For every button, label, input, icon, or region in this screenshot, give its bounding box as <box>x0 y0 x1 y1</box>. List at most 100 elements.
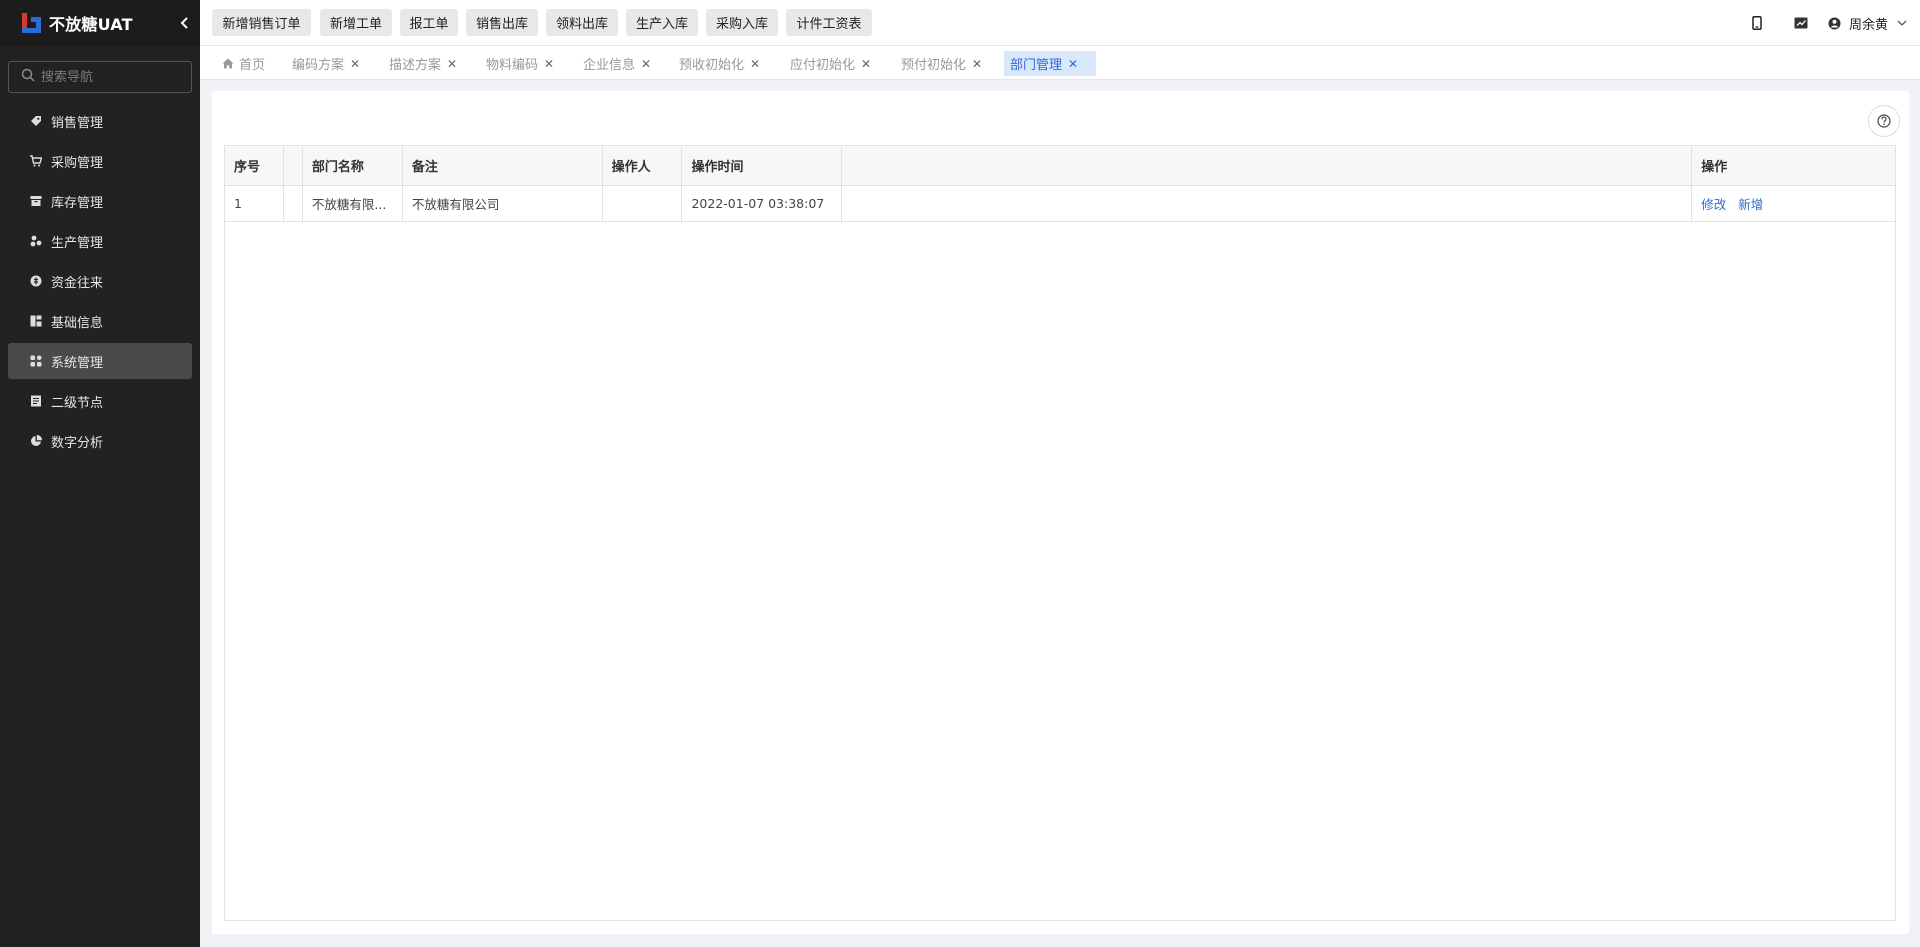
tab-material-code[interactable]: 物料编码 ✕ <box>480 51 560 76</box>
cell-actions: 修改 新增 <box>1692 186 1895 221</box>
tag-icon <box>29 114 43 128</box>
edit-link[interactable]: 修改 <box>1701 194 1726 213</box>
tab-label: 首页 <box>239 58 266 73</box>
page-tabs: 首页 编码方案 ✕ 描述方案 ✕ 物料编码 ✕ 企业信息 ✕ 预收初始化 ✕ 应… <box>200 46 1920 80</box>
add-link[interactable]: 新增 <box>1738 194 1763 213</box>
quick-material-issue-button[interactable]: 领料出库 <box>546 9 618 36</box>
tab-label: 企业信息 <box>583 58 636 73</box>
table-header-row: 序号 部门名称 备注 操作人 操作时间 操作 <box>225 146 1895 186</box>
app-title: 不放糖UAT <box>49 15 133 34</box>
archive-icon <box>29 194 43 208</box>
app-logo <box>19 11 43 35</box>
tab-label: 编码方案 <box>292 58 345 73</box>
quick-production-inbound-button[interactable]: 生产入库 <box>626 9 698 36</box>
sidebar-item-label: 资金往来 <box>51 275 104 291</box>
search-icon <box>21 68 35 86</box>
quick-purchase-inbound-button[interactable]: 采购入库 <box>706 9 778 36</box>
sidebar-item-secondary-node[interactable]: 二级节点 <box>8 383 192 419</box>
sidebar-item-label: 基础信息 <box>51 315 104 331</box>
nav-search-input[interactable] <box>41 69 181 85</box>
tab-department-management[interactable]: 部门管理 ✕ <box>1004 51 1096 76</box>
sidebar-item-sales[interactable]: 销售管理 <box>8 103 192 139</box>
close-icon[interactable]: ✕ <box>750 57 760 71</box>
sidebar-item-label: 数字分析 <box>51 435 104 451</box>
close-icon[interactable]: ✕ <box>544 57 554 71</box>
close-icon[interactable]: ✕ <box>972 57 982 71</box>
cell-dept-name: 不放糖有限... <box>303 186 403 221</box>
column-header-index[interactable]: 序号 <box>225 146 284 185</box>
sidebar-item-system[interactable]: 系统管理 <box>8 343 192 379</box>
column-header-dept-name[interactable]: 部门名称 <box>303 146 403 185</box>
top-toolbar: 新增销售订单 新增工单 报工单 销售出库 领料出库 生产入库 采购入库 计件工资… <box>200 0 1920 46</box>
sidebar-item-label: 库存管理 <box>51 195 104 211</box>
top-right-area: 周余黄 <box>1749 0 1920 46</box>
chart-icon[interactable] <box>1793 15 1809 31</box>
tab-label: 预付初始化 <box>901 58 967 73</box>
tab-prepaid-init[interactable]: 预付初始化 ✕ <box>895 51 988 76</box>
cell-remark: 不放糖有限公司 <box>403 186 603 221</box>
tab-home[interactable]: 首页 <box>216 51 271 76</box>
user-menu[interactable]: 周余黄 <box>1827 14 1920 33</box>
sidebar-item-funds[interactable]: 资金往来 <box>8 263 192 299</box>
department-table: 序号 部门名称 备注 操作人 操作时间 操作 1 不放糖有限... 不放糖有限公… <box>224 145 1896 921</box>
cell-spacer <box>842 186 1693 221</box>
cell-blank <box>284 186 303 221</box>
sidebar-item-basic-info[interactable]: 基础信息 <box>8 303 192 339</box>
apps-icon <box>29 354 43 368</box>
money-icon <box>29 274 43 288</box>
sidebar-item-label: 采购管理 <box>51 155 104 171</box>
tab-label: 部门管理 <box>1010 58 1063 73</box>
content-panel: 序号 部门名称 备注 操作人 操作时间 操作 1 不放糖有限... 不放糖有限公… <box>212 91 1909 934</box>
tab-payable-init[interactable]: 应付初始化 ✕ <box>784 51 877 76</box>
tab-label: 预收初始化 <box>679 58 745 73</box>
chevron-down-icon <box>1894 15 1910 31</box>
help-button[interactable] <box>1868 105 1900 137</box>
user-avatar-icon <box>1827 15 1843 31</box>
sidebar: 不放糖UAT 销售管理 采购管理 库存管理 生产管理 资金往来 <box>0 0 200 947</box>
tab-company-info[interactable]: 企业信息 ✕ <box>577 51 657 76</box>
sidebar-item-label: 生产管理 <box>51 235 104 251</box>
sidebar-item-purchase[interactable]: 采购管理 <box>8 143 192 179</box>
tab-label: 应付初始化 <box>790 58 856 73</box>
quick-new-sales-order-button[interactable]: 新增销售订单 <box>212 9 311 36</box>
quick-new-work-order-button[interactable]: 新增工单 <box>320 9 392 36</box>
sidebar-item-inventory[interactable]: 库存管理 <box>8 183 192 219</box>
sidebar-item-analysis[interactable]: 数字分析 <box>8 423 192 459</box>
user-name: 周余黄 <box>1848 17 1888 33</box>
home-icon <box>222 58 234 69</box>
close-icon[interactable]: ✕ <box>350 57 360 71</box>
tab-coding-scheme[interactable]: 编码方案 ✕ <box>286 51 366 76</box>
brand-header: 不放糖UAT <box>0 0 200 46</box>
close-icon[interactable]: ✕ <box>861 57 871 71</box>
close-icon[interactable]: ✕ <box>447 57 457 71</box>
tab-advance-receipt-init[interactable]: 预收初始化 ✕ <box>673 51 766 76</box>
column-header-actions: 操作 <box>1701 160 1728 175</box>
sidebar-item-production[interactable]: 生产管理 <box>8 223 192 259</box>
quick-sales-outbound-button[interactable]: 销售出库 <box>466 9 538 36</box>
help-icon <box>1877 114 1891 128</box>
close-icon[interactable]: ✕ <box>1068 57 1078 71</box>
nav-search-box[interactable] <box>8 61 192 93</box>
table-row: 1 不放糖有限... 不放糖有限公司 2022-01-07 03:38:07 修… <box>225 186 1895 222</box>
tab-label: 描述方案 <box>389 58 442 73</box>
column-header-operator[interactable]: 操作人 <box>603 146 683 185</box>
cart-icon <box>29 154 43 168</box>
column-header-time[interactable]: 操作时间 <box>682 146 843 185</box>
collapse-sidebar-icon[interactable] <box>176 14 194 32</box>
quick-piecework-wage-button[interactable]: 计件工资表 <box>786 9 872 36</box>
mobile-icon[interactable] <box>1749 15 1765 31</box>
cell-time: 2022-01-07 03:38:07 <box>682 186 843 221</box>
column-header-blank <box>284 146 303 185</box>
quick-work-report-button[interactable]: 报工单 <box>400 9 458 36</box>
tab-label: 物料编码 <box>486 58 539 73</box>
pie-chart-icon <box>29 434 43 448</box>
document-icon <box>29 394 43 408</box>
sidebar-item-label: 销售管理 <box>51 115 104 131</box>
sidebar-item-label: 系统管理 <box>51 355 104 371</box>
tab-description-scheme[interactable]: 描述方案 ✕ <box>383 51 463 76</box>
column-header-spacer <box>842 146 1693 185</box>
dashboard-icon <box>29 314 43 328</box>
column-header-remark[interactable]: 备注 <box>403 146 603 185</box>
cell-index: 1 <box>225 186 284 221</box>
close-icon[interactable]: ✕ <box>641 57 651 71</box>
